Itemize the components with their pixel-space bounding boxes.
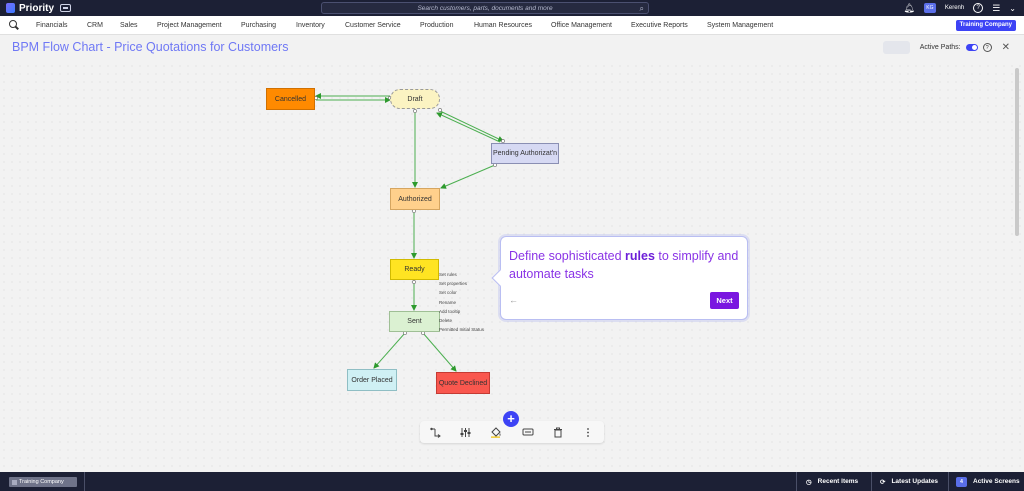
- node-context-menu: Set rules Set properties Set color Renam…: [439, 270, 501, 334]
- node-authorized[interactable]: Authorized: [390, 188, 440, 210]
- latest-updates-button[interactable]: ⟳ Latest Updates: [880, 472, 938, 491]
- context-menu-item-add-tooltip[interactable]: Add tooltip: [439, 307, 501, 316]
- tour-text-before: Define sophisticated: [509, 249, 626, 263]
- node-sent[interactable]: Sent: [389, 311, 440, 332]
- tooltip-icon[interactable]: [521, 421, 535, 443]
- context-menu-item-set-properties[interactable]: Set properties: [439, 279, 501, 288]
- node-cancelled[interactable]: Cancelled: [266, 88, 315, 110]
- active-screens-count: 4: [956, 476, 967, 487]
- refresh-icon: ⟳: [880, 478, 886, 486]
- edge-pending-draft[interactable]: [436, 112, 501, 143]
- active-screens-label: Active Screens: [973, 478, 1020, 485]
- tour-text-bold: rules: [625, 249, 655, 263]
- sliders-icon[interactable]: [458, 421, 472, 443]
- divider: [871, 472, 872, 491]
- context-menu-item-rename[interactable]: Rename: [439, 298, 501, 307]
- tour-tooltip-text: Define sophisticated rules to simplify a…: [509, 247, 744, 283]
- latest-updates-label: Latest Updates: [891, 478, 939, 485]
- recent-items-button[interactable]: ◷ Recent Items: [806, 472, 858, 491]
- node-draft[interactable]: Draft: [390, 89, 440, 109]
- add-node-button[interactable]: +: [503, 411, 519, 427]
- divider: [84, 472, 85, 491]
- context-menu-item-permitted-initial-status[interactable]: Permitted Initial Status: [439, 325, 501, 334]
- bottom-bar: Training Company ◷ Recent Items ⟳ Latest…: [0, 472, 1024, 491]
- company-icon: [12, 479, 17, 485]
- context-menu-item-delete[interactable]: Delete: [439, 316, 501, 325]
- tour-next-button[interactable]: Next: [710, 292, 739, 309]
- tour-back-arrow-icon[interactable]: ←: [509, 295, 518, 305]
- edge-sent-quote-declined[interactable]: [422, 332, 457, 372]
- more-icon[interactable]: [581, 421, 595, 443]
- tour-tooltip: Define sophisticated rules to simplify a…: [491, 236, 748, 320]
- bottom-company-tab[interactable]: Training Company: [9, 477, 77, 487]
- edge-sent-order-placed[interactable]: [373, 332, 406, 369]
- recent-items-label: Recent Items: [817, 478, 859, 485]
- context-menu-item-set-color[interactable]: Set color: [439, 288, 501, 297]
- paint-bucket-icon[interactable]: [489, 421, 503, 443]
- node-quote-declined[interactable]: Quote Declined: [436, 372, 490, 394]
- clock-icon: ◷: [806, 478, 812, 486]
- divider: [948, 472, 949, 491]
- node-order-placed[interactable]: Order Placed: [347, 369, 397, 391]
- node-pending-authorization[interactable]: Pending Authorizat'n: [491, 143, 559, 164]
- edge-pending-authorized[interactable]: [440, 164, 496, 189]
- active-screens-button[interactable]: 4 Active Screens: [956, 472, 1020, 491]
- connect-icon[interactable]: [428, 421, 442, 443]
- vertical-scrollbar[interactable]: [1015, 68, 1019, 236]
- node-ready[interactable]: Ready: [390, 259, 439, 280]
- edge-draft-pending[interactable]: [439, 110, 504, 142]
- bottom-company-label: Training Company: [19, 479, 64, 485]
- divider: [796, 472, 797, 491]
- trash-icon[interactable]: [551, 421, 565, 443]
